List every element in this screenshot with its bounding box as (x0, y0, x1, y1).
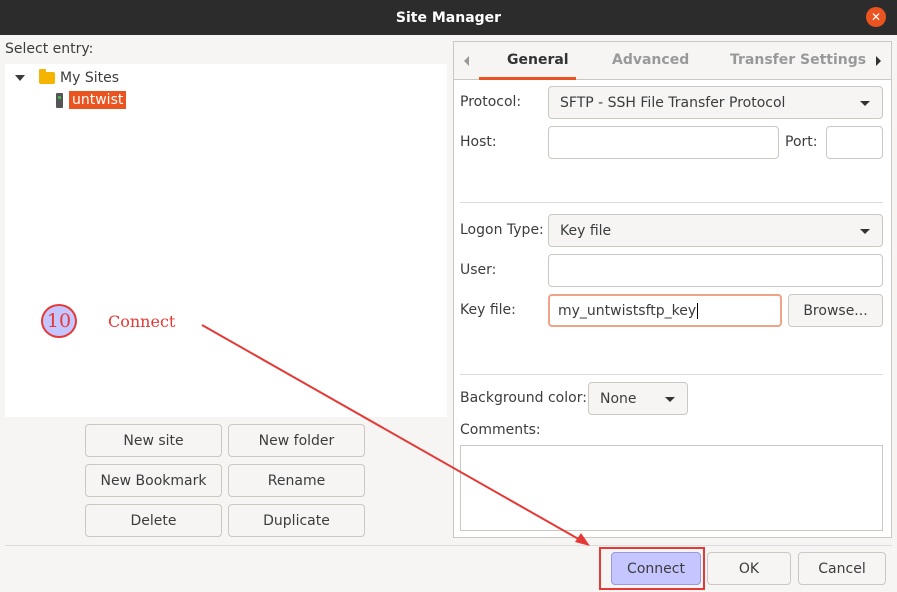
background-color-value: None (600, 390, 637, 407)
background-color-select[interactable]: None (588, 382, 688, 415)
scroll-right-icon[interactable] (876, 56, 881, 66)
delete-button[interactable]: Delete (85, 504, 222, 537)
chevron-down-icon (860, 228, 870, 234)
expand-arrow-icon[interactable] (15, 75, 25, 81)
user-input[interactable] (548, 254, 883, 287)
site-settings-panel: General Advanced Transfer Settings Proto… (453, 41, 892, 538)
close-icon: ✕ (870, 10, 882, 24)
tree-item-label: My Sites (60, 70, 119, 86)
host-input[interactable] (548, 126, 779, 159)
divider (460, 202, 883, 203)
duplicate-button[interactable]: Duplicate (228, 504, 365, 537)
logon-type-value: Key file (560, 222, 612, 239)
tree-item-label: untwist (69, 91, 127, 109)
key-file-input[interactable]: my_untwistsftp_key (548, 294, 782, 327)
title-bar: Site Manager ✕ (0, 0, 897, 35)
active-tab-indicator (479, 77, 576, 80)
comments-textarea[interactable] (460, 445, 883, 531)
chevron-down-icon (665, 396, 675, 402)
tree-item-my-sites[interactable]: My Sites (15, 69, 119, 86)
scroll-left-icon[interactable] (464, 56, 469, 66)
comments-label: Comments: (460, 422, 541, 438)
close-button[interactable]: ✕ (866, 7, 886, 27)
footer-divider (5, 545, 892, 546)
server-icon (56, 92, 63, 108)
user-label: User: (460, 262, 497, 278)
rename-button[interactable]: Rename (228, 464, 365, 497)
tab-general[interactable]: General (507, 52, 569, 68)
new-folder-button[interactable]: New folder (228, 424, 365, 457)
tab-bar: General Advanced Transfer Settings (454, 42, 891, 80)
logon-type-label: Logon Type: (460, 222, 544, 238)
text-cursor (697, 302, 699, 319)
browse-button[interactable]: Browse... (788, 294, 883, 327)
ok-button[interactable]: OK (707, 552, 791, 585)
port-input[interactable] (826, 126, 883, 159)
cancel-button[interactable]: Cancel (798, 552, 886, 585)
port-label: Port: (785, 134, 818, 150)
folder-icon (39, 69, 55, 84)
protocol-select[interactable]: SFTP - SSH File Transfer Protocol (548, 86, 883, 119)
logon-type-select[interactable]: Key file (548, 214, 883, 247)
window-title: Site Manager (395, 9, 502, 26)
annotation-label: Connect (108, 312, 176, 331)
site-tree[interactable]: My Sites untwist (5, 64, 447, 417)
background-color-label: Background color: (460, 390, 587, 406)
new-bookmark-button[interactable]: New Bookmark (85, 464, 222, 497)
tab-advanced[interactable]: Advanced (612, 52, 689, 68)
select-entry-label: Select entry: (5, 41, 94, 57)
new-site-button[interactable]: New site (85, 424, 222, 457)
key-file-value: my_untwistsftp_key (558, 302, 697, 319)
divider (460, 374, 883, 375)
protocol-label: Protocol: (460, 94, 522, 110)
step-badge: 10 (41, 304, 77, 338)
protocol-value: SFTP - SSH File Transfer Protocol (560, 94, 786, 111)
host-label: Host: (460, 134, 497, 150)
chevron-down-icon (860, 100, 870, 106)
key-file-label: Key file: (460, 302, 516, 318)
tree-item-untwist[interactable]: untwist (56, 91, 127, 109)
connect-highlight-box (599, 547, 705, 590)
tab-transfer-settings[interactable]: Transfer Settings (730, 52, 866, 68)
